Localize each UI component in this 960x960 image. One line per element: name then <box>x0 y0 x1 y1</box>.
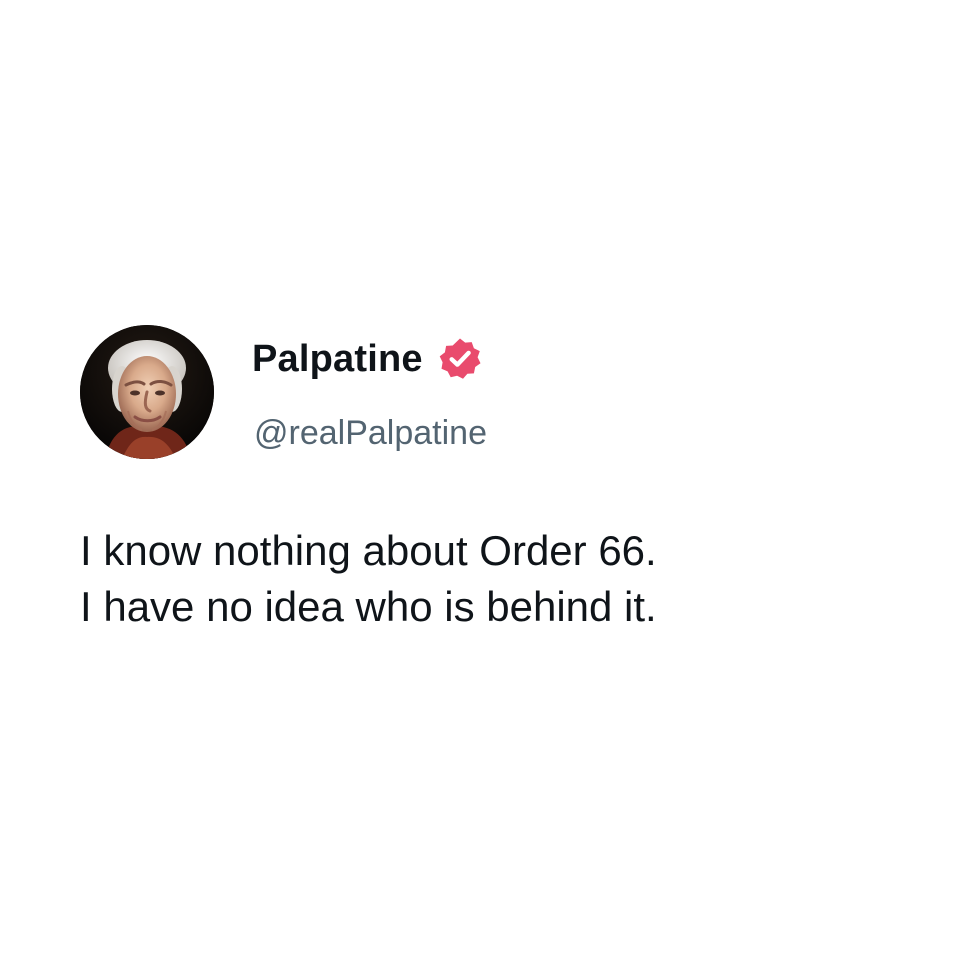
post-header: Palpatine @realPalpatine <box>80 325 900 459</box>
social-post: Palpatine @realPalpatine I know nothing … <box>80 325 900 635</box>
user-handle[interactable]: @realPalpatine <box>254 413 487 453</box>
name-row: Palpatine <box>252 335 483 383</box>
verified-badge-icon <box>437 336 483 382</box>
post-body: I know nothing about Order 66. I have no… <box>80 523 900 635</box>
post-text-line: I have no idea who is behind it. <box>80 583 657 630</box>
display-name[interactable]: Palpatine <box>252 338 423 381</box>
avatar[interactable] <box>80 325 214 459</box>
profile-photo-avatar <box>80 325 214 459</box>
post-text-line: I know nothing about Order 66. <box>80 527 657 574</box>
